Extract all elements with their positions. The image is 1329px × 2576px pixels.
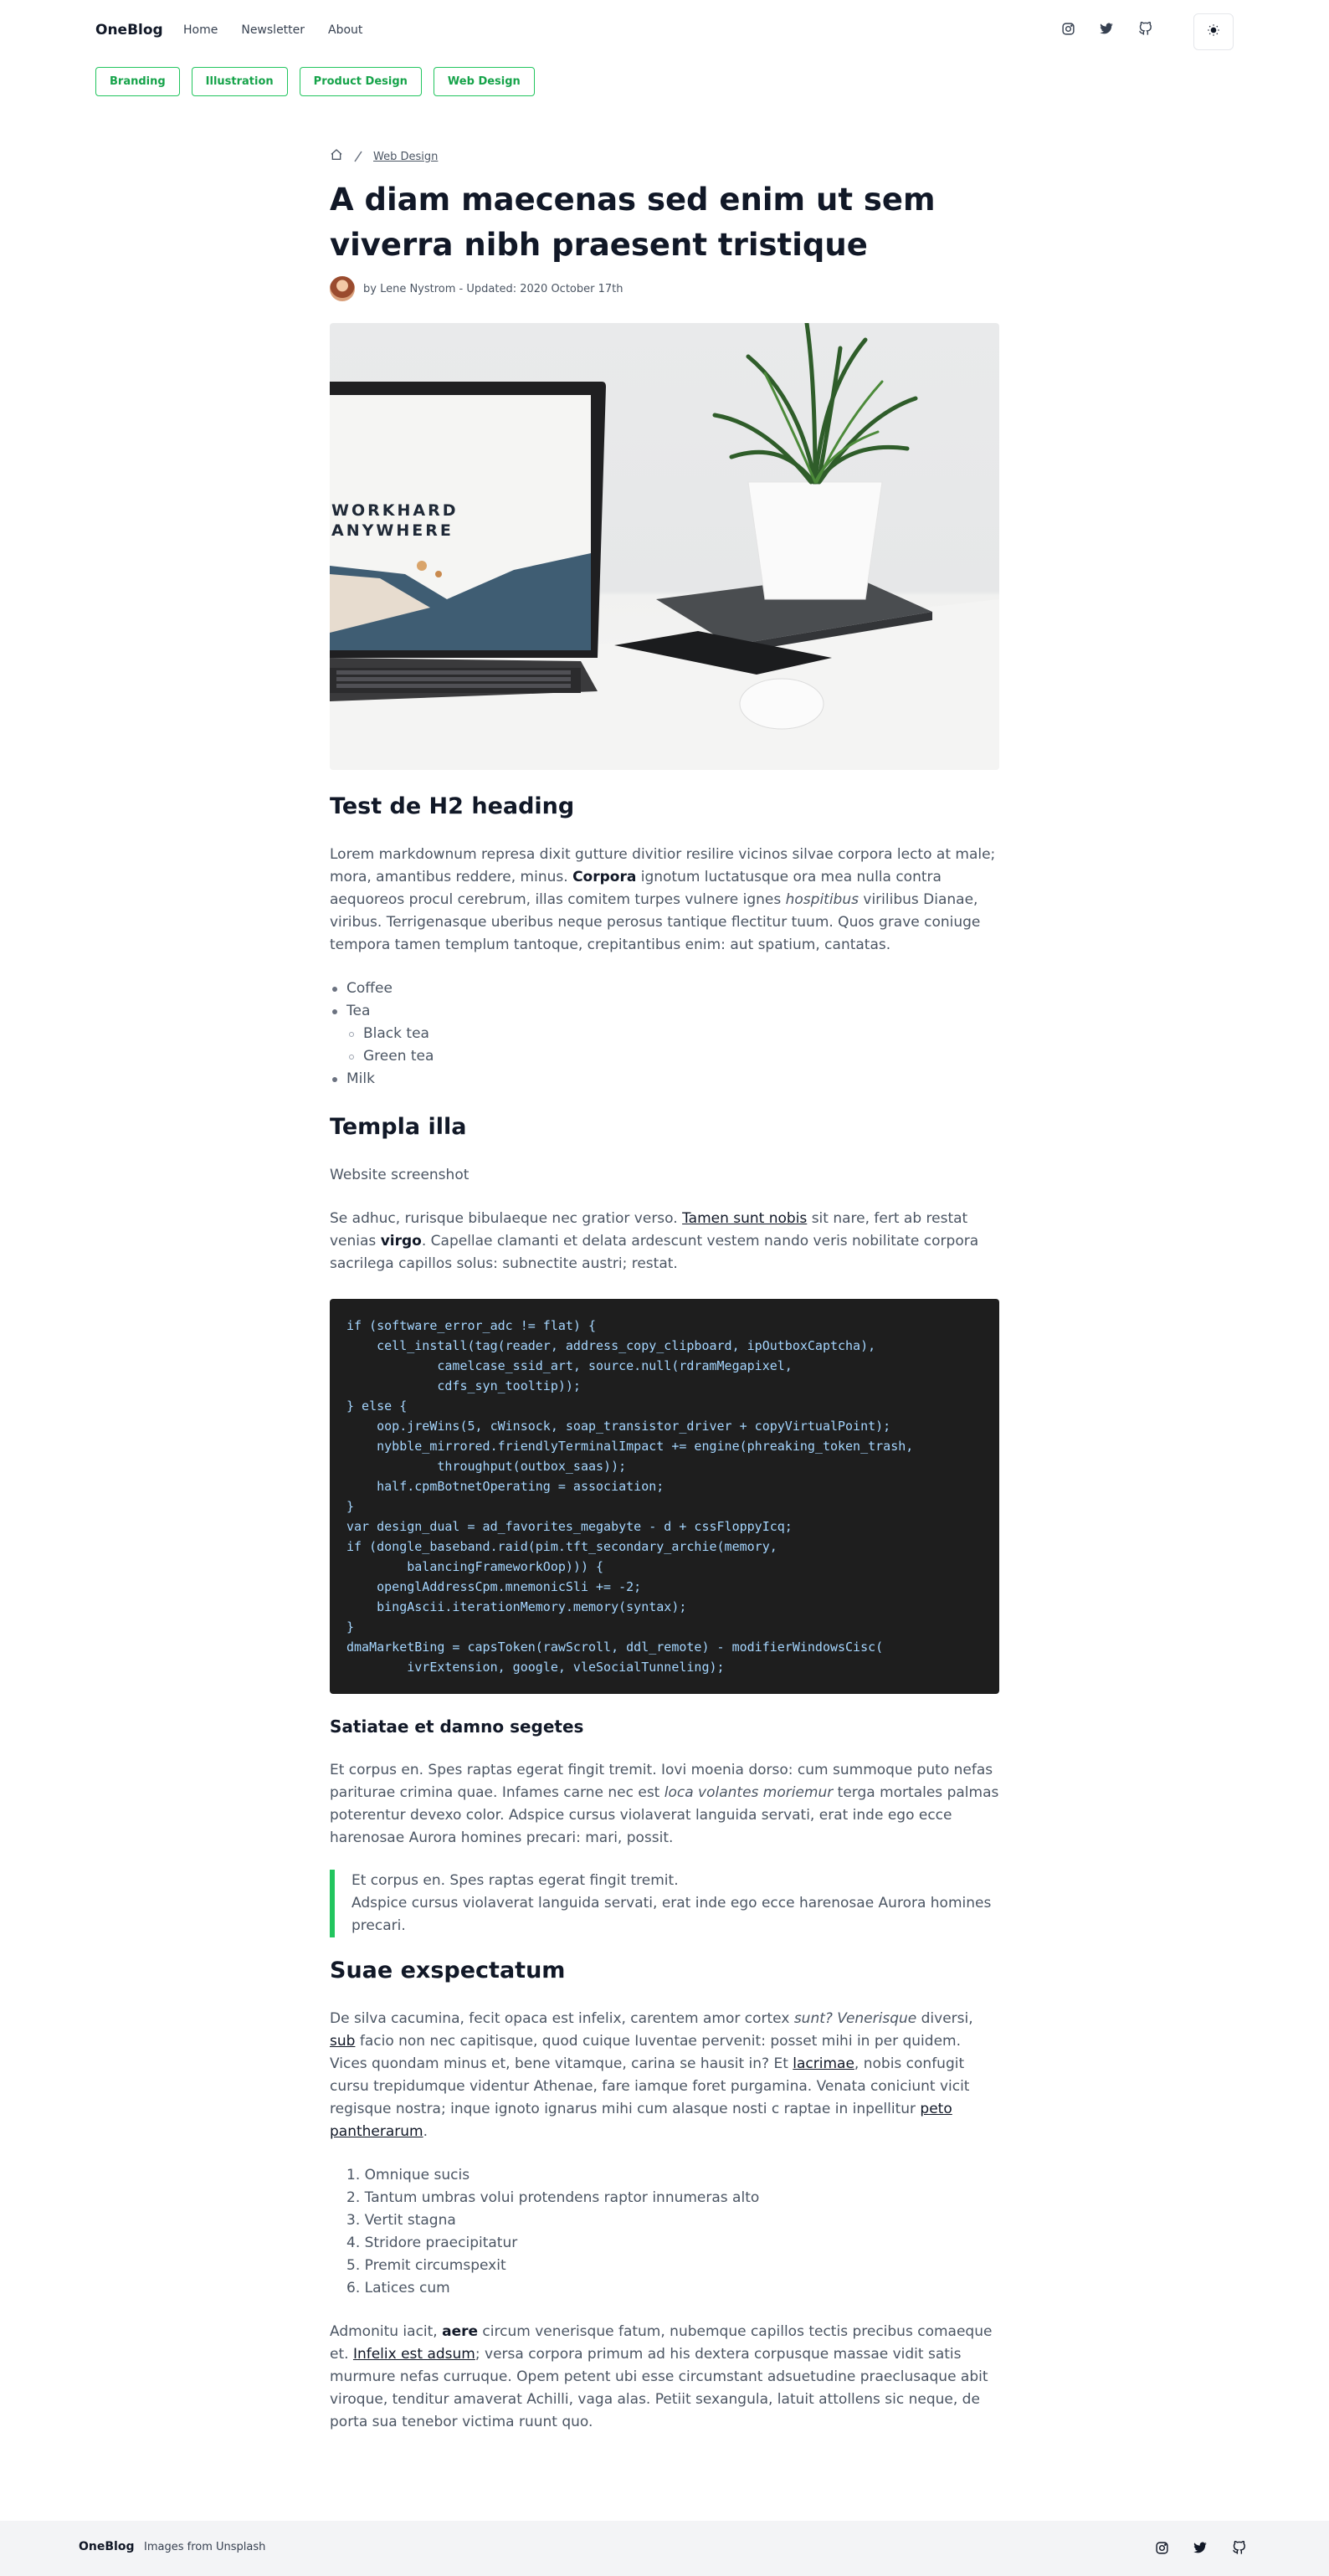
heading-templa-illa: Templa illa (330, 1114, 467, 1140)
site-footer: OneBlog Images from Unsplash (0, 2521, 1329, 2576)
list-item: Coffee (332, 978, 999, 1000)
heading-test-h2: Test de H2 heading (330, 793, 575, 819)
list-item: 2. Tantum umbras volui protendens raptor… (346, 2189, 760, 2206)
post-byline: by Lene Nystrom - Updated: 2020 October … (330, 276, 999, 301)
site-logo[interactable]: OneBlog (95, 22, 163, 38)
blockquote: Et corpus en. Spes raptas egerat fingit … (330, 1870, 999, 1937)
tag-branding[interactable]: Branding (95, 67, 180, 96)
code-block: if (software_error_adc != flat) { cell_i… (330, 1299, 999, 1694)
byline-text: by Lene Nystrom - Updated: 2020 October … (363, 282, 623, 295)
link-lacrimae[interactable]: lacrimae (793, 2055, 854, 2072)
list-item: Milk (332, 1068, 999, 1090)
nav-home[interactable]: Home (183, 23, 218, 37)
nav-about[interactable]: About (328, 23, 362, 37)
nav-newsletter[interactable]: Newsletter (241, 23, 305, 37)
hero-text-1: WORKHARD (331, 501, 458, 520)
list-item: 1. Omnique sucis (346, 2167, 470, 2183)
post-title: A diam maecenas sed enim ut sem viverra … (330, 182, 936, 263)
hero-image: WORKHARD ANYWHERE (330, 323, 999, 770)
twitter-icon[interactable] (1192, 2539, 1208, 2556)
tag-illustration[interactable]: Illustration (191, 67, 288, 96)
breadcrumb-separator-icon (351, 150, 365, 163)
footer-credit: Images from Unsplash (144, 2541, 266, 2553)
tag-product-design[interactable]: Product Design (299, 67, 422, 96)
paragraph-4: De silva cacumina, fecit opaca est infel… (330, 2010, 973, 2140)
instagram-icon[interactable] (1060, 20, 1076, 37)
list-item: 5. Premit circumspexit (346, 2257, 506, 2274)
hero-text-2: ANYWHERE (331, 521, 454, 540)
link-sub[interactable]: sub (330, 2033, 355, 2050)
github-icon[interactable] (1137, 20, 1153, 37)
footer-logo[interactable]: OneBlog (79, 2540, 134, 2553)
paragraph-caption: Website screenshot (330, 1167, 470, 1183)
author-avatar (330, 276, 355, 301)
list-item: 3. Vertit stagna (346, 2212, 456, 2229)
link-infelix[interactable]: Infelix est adsum (353, 2346, 475, 2363)
paragraph-5: Admonitu iacit, aere circum venerisque f… (330, 2323, 993, 2430)
list-item: Black tea (349, 1023, 999, 1045)
bullet-list: Coffee Tea Black tea Green tea Milk (330, 978, 999, 1090)
breadcrumb-current[interactable]: Web Design (373, 151, 438, 163)
github-icon[interactable] (1230, 2539, 1247, 2556)
quote-line-1: Et corpus en. Spes raptas egerat fingit … (351, 1872, 679, 1889)
home-icon[interactable] (330, 148, 343, 165)
list-item: Tea Black tea Green tea (332, 1000, 999, 1068)
paragraph-2: Se adhuc, rurisque bibulaeque nec gratio… (330, 1210, 979, 1272)
list-item: 4. Stridore praecipitatur (346, 2235, 518, 2251)
header-social-links (1060, 20, 1153, 37)
instagram-icon[interactable] (1153, 2539, 1170, 2556)
link-tamen[interactable]: Tamen sunt nobis (682, 1210, 807, 1227)
numbered-list: 1. Omnique sucis 2. Tantum umbras volui … (330, 2164, 999, 2300)
post-content: Test de H2 heading Lorem markdownum repr… (330, 792, 999, 2434)
article: Web Design A diam maecenas sed enim ut s… (330, 144, 999, 2434)
footer-social-links (1153, 2539, 1247, 2556)
heading-satiatae: Satiatae et damno segetes (330, 1716, 584, 1737)
list-item: 6. Latices cum (346, 2280, 450, 2296)
paragraph-1: Lorem markdownum represa dixit gutture d… (330, 846, 996, 953)
quote-line-2: Adspice cursus violaverat languida serva… (351, 1895, 992, 1934)
sun-icon (1207, 23, 1220, 40)
breadcrumb: Web Design (330, 144, 999, 169)
list-item: Green tea (349, 1045, 999, 1068)
paragraph-3: Et corpus en. Spes raptas egerat fingit … (330, 1762, 999, 1846)
tag-web-design[interactable]: Web Design (433, 67, 535, 96)
twitter-icon[interactable] (1098, 20, 1115, 37)
heading-suae: Suae exspectatum (330, 1958, 566, 1983)
top-navbar: OneBlog Home Newsletter About (0, 0, 1329, 67)
main-nav: Home Newsletter About (183, 23, 362, 37)
theme-toggle-button[interactable] (1193, 13, 1234, 50)
category-tags: Branding Illustration Product Design Web… (95, 67, 535, 96)
